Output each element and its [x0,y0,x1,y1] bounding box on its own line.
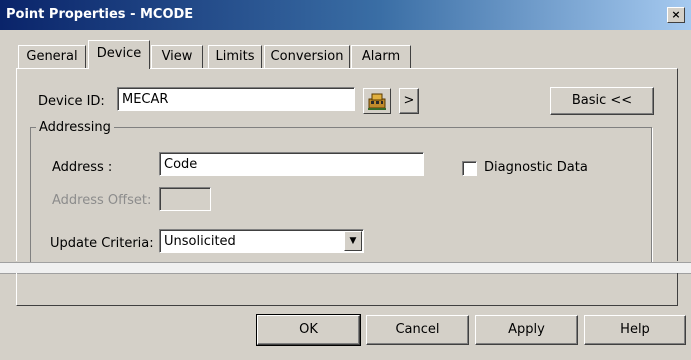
address-offset-input [159,187,211,211]
apply-button[interactable]: Apply [475,315,578,345]
address-offset-label: Address Offset: [52,193,152,208]
ok-button[interactable]: OK [256,314,361,346]
chevron-down-icon[interactable]: ▼ [344,231,362,251]
lower-panel [16,273,678,306]
point-properties-dialog: Point Properties - MCODE × General Devic… [0,0,691,360]
device-id-label: Device ID: [38,94,105,109]
device-more-button[interactable]: > [399,88,419,114]
update-criteria-label: Update Criteria: [50,236,154,251]
device-browse-icon [368,93,386,110]
tab-device[interactable]: Device [88,40,150,69]
diagnostic-data-label: Diagnostic Data [484,160,588,175]
device-id-input[interactable]: MECAR [117,87,355,111]
tab-limits[interactable]: Limits [208,45,262,68]
tab-general[interactable]: General [18,45,86,68]
diagnostic-data-checkbox[interactable] [462,161,477,176]
close-button[interactable]: × [667,7,685,23]
tab-view[interactable]: View [151,45,203,68]
update-criteria-select[interactable]: Unsolicited ▼ [159,229,364,253]
update-criteria-value: Unsolicited [164,234,236,249]
window-title: Point Properties - MCODE [6,7,194,22]
address-label: Address : [52,160,113,175]
device-browse-button[interactable] [363,88,391,114]
cancel-button[interactable]: Cancel [366,315,469,345]
address-input[interactable]: Code [159,152,424,176]
basic-toggle-button[interactable]: Basic << [550,87,654,115]
tab-alarm[interactable]: Alarm [351,45,411,68]
addressing-group-label: Addressing [36,120,114,135]
tab-conversion[interactable]: Conversion [264,45,350,68]
help-button[interactable]: Help [584,315,686,345]
title-bar[interactable]: Point Properties - MCODE × [0,0,691,30]
